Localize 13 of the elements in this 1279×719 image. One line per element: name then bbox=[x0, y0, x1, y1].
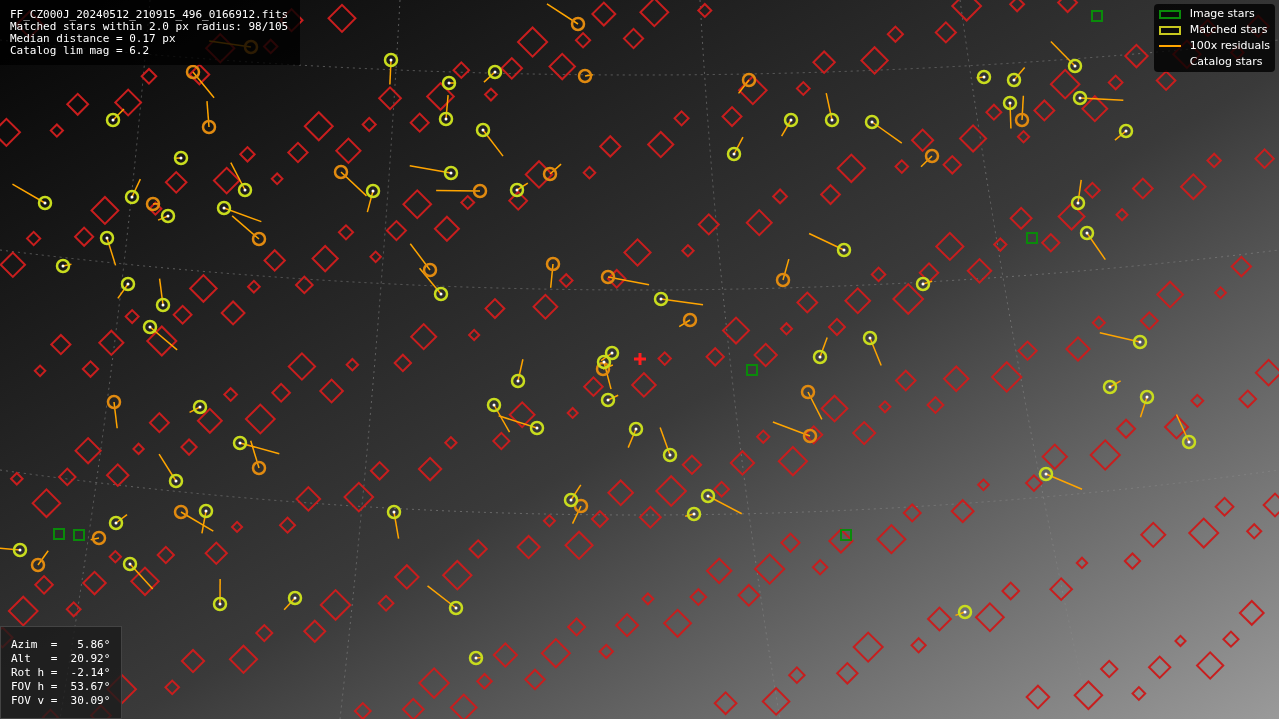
legend-label: Catalog stars bbox=[1189, 53, 1263, 70]
info-text: FF_CZ000J_20240512_210915_496_0166912.fits bbox=[10, 9, 289, 21]
orientation-text: FOV h = 53.67° bbox=[11, 680, 111, 694]
orientation-text: Alt = 20.92° bbox=[11, 652, 111, 666]
orientation-text: Rot h = -2.14° bbox=[11, 666, 111, 680]
info-text: Catalog lim mag = 6.2 bbox=[10, 45, 151, 57]
legend-label: 100x residuals bbox=[1189, 37, 1270, 54]
legend-label: Image stars bbox=[1189, 5, 1255, 22]
orientation-text: FOV v = 30.09° bbox=[11, 694, 111, 708]
info-text: Matched stars within 2.0 px radius: 98/105 bbox=[10, 21, 289, 33]
legend-label: Matched stars bbox=[1189, 21, 1268, 38]
orientation-text: Azim = 5.86° bbox=[11, 638, 111, 652]
info-text: Median distance = 0.17 px bbox=[10, 33, 177, 45]
